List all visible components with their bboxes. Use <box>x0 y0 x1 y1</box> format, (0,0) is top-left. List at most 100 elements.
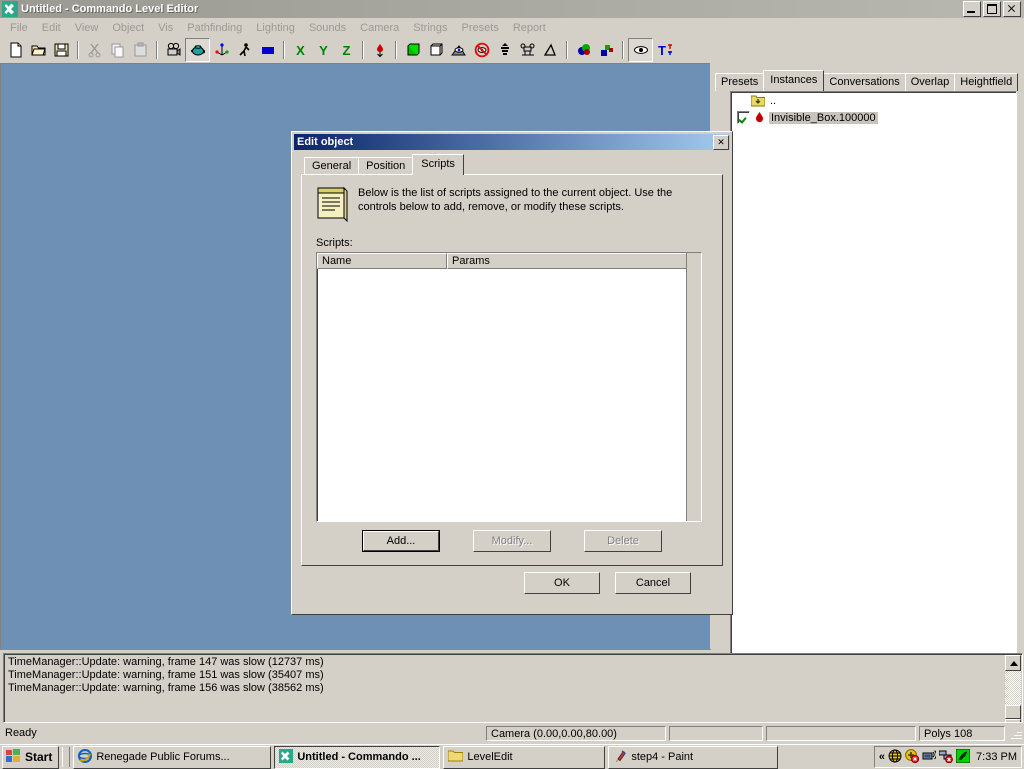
menu-item-camera[interactable]: Camera <box>353 20 406 36</box>
scripts-list-scrollbar[interactable] <box>686 253 701 521</box>
render-objects-icon[interactable] <box>572 39 595 61</box>
network-disconnected-icon[interactable] <box>939 749 953 766</box>
add-button[interactable]: Add... <box>362 530 440 552</box>
camera-path-icon[interactable] <box>516 39 539 61</box>
tab-position[interactable]: Position <box>358 157 413 175</box>
tree-item-parent[interactable]: .. <box>731 92 1016 109</box>
description-text: Below is the list of scripts assigned to… <box>358 186 706 225</box>
menu-item-lighting[interactable]: Lighting <box>249 20 302 36</box>
render-presets-icon[interactable] <box>595 39 618 61</box>
angle-measure-icon[interactable] <box>539 39 562 61</box>
tray-expand-button[interactable]: « <box>879 751 885 763</box>
menu-item-vis[interactable]: Vis <box>151 20 180 36</box>
visibility-eye-icon[interactable] <box>628 38 653 62</box>
log-output[interactable]: TimeManager::Update: warning, frame 147 … <box>3 653 1023 723</box>
walk-mode-icon[interactable] <box>233 39 256 61</box>
resize-grip[interactable] <box>1008 726 1022 740</box>
tab-overlap[interactable]: Overlap <box>905 73 956 91</box>
status-pane-4 <box>766 726 916 741</box>
text-tool-icon[interactable]: T <box>653 39 676 61</box>
vis-disable-icon[interactable] <box>470 39 493 61</box>
scroll-up-button[interactable] <box>1005 655 1021 671</box>
signal-icon[interactable] <box>956 749 970 766</box>
instances-tree[interactable]: .. Invisible_Box.100000 <box>730 91 1017 665</box>
log-scrollbar[interactable] <box>1005 655 1021 721</box>
cancel-button[interactable]: Cancel <box>615 572 691 594</box>
tree-item-checkbox[interactable] <box>737 111 750 124</box>
tray-clock: 7:33 PM <box>976 751 1017 763</box>
maximize-button[interactable] <box>983 1 1001 17</box>
camera-icon[interactable] <box>162 39 185 61</box>
tab-instances[interactable]: Instances <box>763 70 824 91</box>
menu-item-presets[interactable]: Presets <box>455 20 506 36</box>
menu-item-pathfinding[interactable]: Pathfinding <box>180 20 249 36</box>
tab-general[interactable]: General <box>304 157 359 175</box>
status-bar: Ready Camera (0.00,0.00,80.00) Polys 108 <box>0 723 1024 743</box>
dialog-close-icon[interactable]: ✕ <box>713 135 729 150</box>
column-header-params[interactable]: Params <box>447 253 687 269</box>
vis-wireframe-icon[interactable] <box>424 39 447 61</box>
dialog-title: Edit object <box>297 136 713 148</box>
tab-scripts[interactable]: Scripts <box>412 154 464 175</box>
vis-solid-icon[interactable] <box>401 39 424 61</box>
start-label: Start <box>25 750 52 764</box>
svg-text:T: T <box>658 43 666 58</box>
menu-item-object[interactable]: Object <box>105 20 151 36</box>
axis-y-label: Y <box>319 43 328 58</box>
status-pane-3 <box>669 726 763 741</box>
toolbar-separator <box>622 41 624 59</box>
lighting-icon[interactable] <box>493 39 516 61</box>
menu-item-edit[interactable]: Edit <box>35 20 68 36</box>
axis-z-label: Z <box>343 43 351 58</box>
menu-item-report[interactable]: Report <box>506 20 553 36</box>
teapot-object-icon[interactable] <box>185 38 210 62</box>
scrollbar-track[interactable] <box>1005 671 1021 705</box>
ok-button[interactable]: OK <box>524 572 600 594</box>
axis-z-icon[interactable]: Z <box>335 39 358 61</box>
axis-x-label: X <box>296 43 305 58</box>
tab-presets[interactable]: Presets <box>715 73 764 91</box>
terrain-icon[interactable] <box>256 39 279 61</box>
application-window: Untitled - Commando Level Editor File Ed… <box>0 0 1024 768</box>
app-icon <box>2 1 18 17</box>
scrollbar-thumb[interactable] <box>1005 705 1021 719</box>
vis-points-icon[interactable] <box>447 39 470 61</box>
taskbar-grip[interactable] <box>62 747 70 767</box>
menu-item-strings[interactable]: Strings <box>406 20 454 36</box>
save-disk-icon[interactable] <box>50 39 73 61</box>
menu-item-file[interactable]: File <box>3 20 35 36</box>
drop-to-ground-icon[interactable] <box>368 39 391 61</box>
tab-heightfield[interactable]: Heightfield <box>954 73 1018 91</box>
edit-object-dialog: Edit object ✕ General Position Scripts B… <box>291 131 733 615</box>
copy-icon[interactable] <box>106 39 129 61</box>
right-panel: Presets Instances Conversations Overlap … <box>710 63 1024 649</box>
log-line: TimeManager::Update: warning, frame 151 … <box>8 669 1018 682</box>
scripts-list[interactable]: Name Params <box>316 252 702 522</box>
parent-folder-icon <box>751 94 765 107</box>
task-button-paint[interactable]: step4 - Paint <box>608 746 778 769</box>
axis-y-icon[interactable]: Y <box>312 39 335 61</box>
task-button-commando[interactable]: Untitled - Commando ... <box>274 746 440 769</box>
menu-item-sounds[interactable]: Sounds <box>302 20 353 36</box>
menu-item-view[interactable]: View <box>68 20 106 36</box>
antivirus-icon[interactable] <box>905 749 919 766</box>
object-droplet-icon <box>754 111 765 124</box>
axis-x-icon[interactable]: X <box>289 39 312 61</box>
minimize-button[interactable] <box>963 1 981 17</box>
task-button-leveledit[interactable]: LevelEdit <box>443 746 605 769</box>
new-file-icon[interactable] <box>4 39 27 61</box>
start-button[interactable]: Start <box>2 746 59 769</box>
close-button[interactable] <box>1003 1 1021 17</box>
axis-gizmo-icon[interactable] <box>210 39 233 61</box>
paste-clipboard-icon[interactable] <box>129 39 152 61</box>
network-icon[interactable] <box>922 749 936 766</box>
cut-scissors-icon[interactable] <box>83 39 106 61</box>
toolbar: X Y Z <box>0 37 1024 64</box>
globe-icon[interactable] <box>888 749 902 766</box>
tree-item-invisible-box[interactable]: Invisible_Box.100000 <box>731 109 1016 126</box>
column-header-name[interactable]: Name <box>317 253 447 269</box>
task-label: Renegade Public Forums... <box>96 751 229 763</box>
task-button-renegade-forums[interactable]: Renegade Public Forums... <box>73 746 271 769</box>
tab-conversations[interactable]: Conversations <box>823 73 905 91</box>
open-folder-icon[interactable] <box>27 39 50 61</box>
